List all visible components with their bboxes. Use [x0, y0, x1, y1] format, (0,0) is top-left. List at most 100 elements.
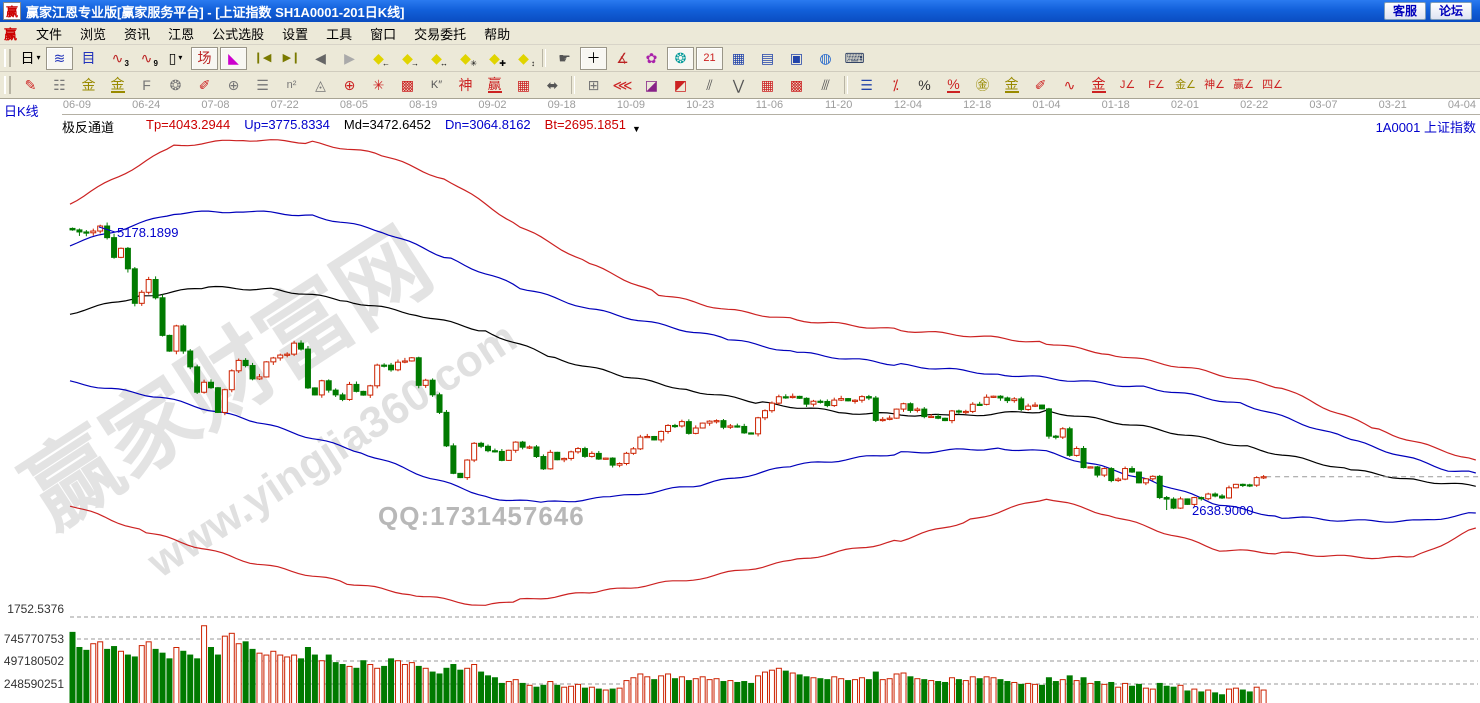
web-export-icon[interactable]: ◍ — [812, 47, 839, 70]
slant-lines-icon[interactable]: ⫻ — [812, 74, 839, 97]
menu-item-1[interactable]: 浏览 — [71, 22, 115, 45]
expand-vertical-icon[interactable]: ◆↕ — [510, 47, 537, 70]
candle-body — [859, 397, 864, 401]
candle-body — [492, 451, 497, 452]
brush-tool-icon[interactable]: ✎ — [17, 74, 44, 97]
save-icon[interactable]: ▣ — [783, 47, 810, 70]
volume-bar — [243, 642, 248, 703]
fan-box-2-icon[interactable]: ◩ — [667, 74, 694, 97]
square-grid-icon[interactable]: ▩ — [394, 74, 421, 97]
forum-button[interactable]: 论坛 — [1430, 2, 1472, 20]
candle-body — [686, 422, 691, 434]
wave-tool-icon[interactable]: ∿ — [1056, 74, 1083, 97]
k-mark-icon[interactable]: K″ — [423, 74, 450, 97]
gold-circle-icon[interactable]: ㊎ — [969, 74, 996, 97]
print-icon[interactable]: ⌨ — [841, 47, 868, 70]
percent-7-icon[interactable]: ⁒ — [882, 74, 909, 97]
calendar-icon[interactable]: 21 — [696, 47, 723, 70]
red-grid-2-icon[interactable]: ▩ — [783, 74, 810, 97]
j-angle-icon[interactable]: J∠ — [1114, 74, 1141, 97]
v-lines-icon[interactable]: ⋁ — [725, 74, 752, 97]
candle-style-button[interactable]: ▯▾ — [162, 47, 189, 70]
levels-icon[interactable]: ☰ — [853, 74, 880, 97]
kline-view-icon[interactable]: ≋ — [46, 47, 73, 70]
minute-3-chart-icon[interactable]: ∿3 — [104, 47, 131, 70]
volume-bar — [1130, 686, 1135, 703]
menu-item-4[interactable]: 公式选股 — [203, 22, 273, 45]
volume-bar — [91, 644, 96, 703]
red-grid-icon[interactable]: ▦ — [754, 74, 781, 97]
shift-right-icon[interactable]: ◆→ — [394, 47, 421, 70]
smart-analysis-icon[interactable]: ❂ — [667, 47, 694, 70]
menu-item-5[interactable]: 设置 — [273, 22, 317, 45]
fan-box-icon[interactable]: ◪ — [638, 74, 665, 97]
dropdown-marker-icon[interactable]: ▼ — [632, 124, 641, 134]
angle-a-icon[interactable]: ◬ — [307, 74, 334, 97]
hatch-lines-icon[interactable]: ☰ — [249, 74, 276, 97]
menu-item-0[interactable]: 文件 — [27, 22, 71, 45]
minute-9-chart-icon[interactable]: ∿9 — [133, 47, 160, 70]
notebook-icon[interactable]: ▤ — [754, 47, 781, 70]
calculator-icon[interactable]: ▦ — [725, 47, 752, 70]
crosshair-tool-icon[interactable]: ＋ — [580, 47, 607, 70]
color-kline-icon[interactable]: ◣ — [220, 47, 247, 70]
next-bar-button[interactable]: ▶ — [336, 47, 363, 70]
percent-icon[interactable]: % — [911, 74, 938, 97]
toolbar-grip[interactable] — [4, 49, 11, 67]
red-brush-icon[interactable]: ✐ — [191, 74, 218, 97]
candle-body — [347, 384, 352, 399]
box-tool-icon[interactable]: ⊞ — [580, 74, 607, 97]
ying-tool-icon[interactable]: 赢 — [481, 74, 508, 97]
menu-item-9[interactable]: 帮助 — [475, 22, 519, 45]
candle-body — [1116, 479, 1121, 480]
si-angle-icon[interactable]: 四∠ — [1259, 74, 1286, 97]
menu-item-8[interactable]: 交易委托 — [405, 22, 475, 45]
f-angle-icon[interactable]: F∠ — [1143, 74, 1170, 97]
gann-grid-mode-icon[interactable]: 场 — [191, 47, 218, 70]
zoom-in-icon[interactable]: ◆✚ — [481, 47, 508, 70]
star-grid-icon[interactable]: ✳ — [365, 74, 392, 97]
circle-grid-icon[interactable]: ⊕ — [220, 74, 247, 97]
gold-lines-icon[interactable]: 金 — [998, 74, 1025, 97]
spiral-tool-icon[interactable]: ❂ — [162, 74, 189, 97]
last-page-button[interactable]: ▶❙ — [278, 47, 305, 70]
f-grid-icon[interactable]: F — [133, 74, 160, 97]
gold-underline-icon[interactable]: 金 — [1085, 74, 1112, 97]
date-tick-12-18: 12-18 — [963, 99, 991, 111]
fan-lines-icon[interactable]: ⋘ — [609, 74, 636, 97]
n-square-icon[interactable]: n² — [278, 74, 305, 97]
shen-angle-icon[interactable]: 神∠ — [1201, 74, 1228, 97]
percent-underline-icon[interactable]: % — [940, 74, 967, 97]
gold-grid-1-icon[interactable]: 金 — [75, 74, 102, 97]
menu-item-7[interactable]: 窗口 — [361, 22, 405, 45]
gold-grid-2-icon[interactable]: 金 — [104, 74, 131, 97]
burst-view-icon[interactable]: ◆✳ — [452, 47, 479, 70]
measure-brush-icon[interactable]: ✐ — [1027, 74, 1054, 97]
candle-body — [125, 248, 130, 269]
quote-list-icon[interactable]: 目 — [75, 47, 102, 70]
toolbar-grip[interactable] — [4, 76, 11, 94]
wall-grid-icon[interactable]: ▦ — [510, 74, 537, 97]
volume-bar — [305, 647, 310, 703]
hand-pan-tool-icon[interactable]: ☛ — [551, 47, 578, 70]
ying-angle-icon[interactable]: 赢∠ — [1230, 74, 1257, 97]
angle-measure-icon[interactable]: ∡ — [609, 47, 636, 70]
prev-bar-button[interactable]: ◀ — [307, 47, 334, 70]
candle-body — [181, 326, 186, 351]
angle-lines-icon[interactable]: ⫽ — [696, 74, 723, 97]
volume-bar — [423, 668, 428, 703]
target-circle-icon[interactable]: ⊕ — [336, 74, 363, 97]
period-daily-button[interactable]: 日▾ — [17, 47, 44, 70]
gann-flower-icon[interactable]: ✿ — [638, 47, 665, 70]
menu-item-3[interactable]: 江恩 — [159, 22, 203, 45]
customer-service-button[interactable]: 客服 — [1384, 2, 1426, 20]
gold-angle-icon[interactable]: 金∠ — [1172, 74, 1199, 97]
menu-item-6[interactable]: 工具 — [317, 22, 361, 45]
shift-left-icon[interactable]: ◆← — [365, 47, 392, 70]
expand-horizontal-icon[interactable]: ◆↔ — [423, 47, 450, 70]
menu-item-2[interactable]: 资讯 — [115, 22, 159, 45]
shen-tool-icon[interactable]: 神 — [452, 74, 479, 97]
horizontal-span-icon[interactable]: ⬌ — [539, 74, 566, 97]
grid-lines-icon[interactable]: ☷ — [46, 74, 73, 97]
first-page-button[interactable]: ❙◀ — [249, 47, 276, 70]
